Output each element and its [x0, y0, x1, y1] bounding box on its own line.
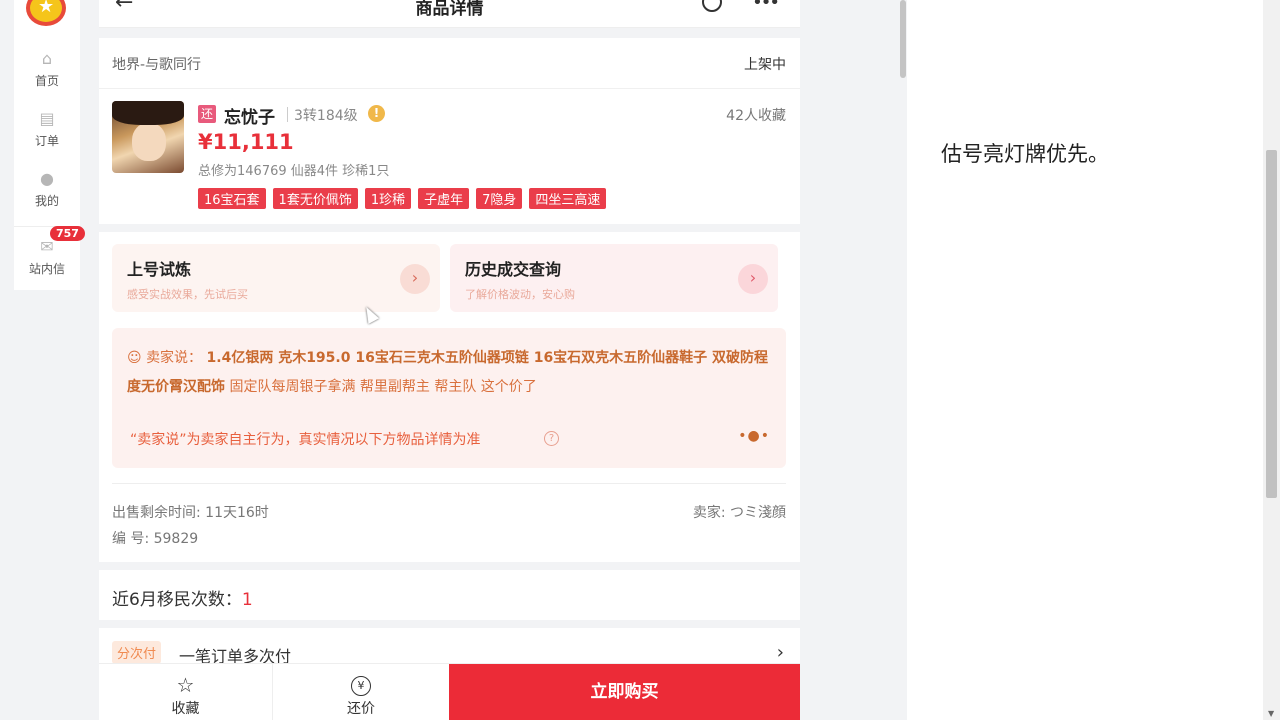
seller-says-disclaimer: “卖家说”为卖家自主行为，真实情况以下方物品详情为准	[130, 432, 481, 448]
user-icon: ●	[40, 169, 54, 188]
promo-subtitle: 感受实战效果，先试后买	[127, 288, 248, 301]
chevron-right-icon: ›	[400, 264, 430, 294]
mail-icon: ✉	[40, 237, 54, 256]
nav-item-messages[interactable]: ✉ 757 站内信	[14, 226, 85, 277]
feature-tag: 1套无价佩饰	[272, 188, 358, 209]
item-number: 编 号: 59829	[112, 531, 199, 547]
nav-item-me[interactable]: ● 我的	[14, 170, 80, 209]
promo-title: 上号试炼	[127, 260, 192, 279]
promo-subtitle: 了解价格波动，安心购	[465, 288, 575, 301]
feature-tag: 7隐身	[476, 188, 523, 209]
yuan-coin-icon: ¥	[351, 676, 371, 696]
nav-rail: ⌂ 首页 ▤ 订单 ● 我的 ✉ 757 站内信	[14, 0, 85, 290]
bargain-label: 还价	[347, 701, 375, 717]
migration-count-row: 近6月移民次数：1	[99, 570, 800, 620]
unread-badge: 757	[50, 226, 85, 241]
star-icon: ☆	[176, 673, 195, 697]
home-icon: ⌂	[41, 49, 53, 68]
bottom-action-bar: ☆ 收藏 ¥ 还价 立即购买	[99, 663, 800, 720]
character-name: 忘忧子	[224, 108, 275, 128]
page-title: 商品详情	[415, 0, 484, 19]
feature-tag: 16宝石套	[198, 188, 266, 209]
listing-status: 上架中	[744, 57, 786, 73]
order-icon: ▤	[39, 109, 55, 128]
seller-says-box: ☺ 卖家说： 1.4亿银两 克木195.0 16宝石三克木五阶仙器项链 16宝石…	[112, 328, 786, 468]
character-level: 3转184级	[294, 108, 358, 124]
right-scrollbar[interactable]: ▼	[1263, 0, 1280, 720]
migration-count: 1	[241, 590, 253, 610]
app-logo-icon[interactable]	[26, 0, 66, 26]
favorite-button[interactable]: ☆ 收藏	[99, 664, 273, 720]
feature-tag: 四坐三高速	[529, 188, 607, 209]
remaining-time: 出售剩余时间: 11天16时	[112, 505, 269, 521]
nav-label: 我的	[34, 194, 59, 208]
nav-item-home[interactable]: ⌂ 首页	[14, 50, 80, 89]
divider	[112, 483, 786, 484]
bargain-button[interactable]: ¥ 还价	[273, 664, 449, 720]
favorite-label: 收藏	[171, 701, 200, 717]
item-description: 估号亮灯牌优先。	[941, 142, 1109, 166]
nav-label: 订单	[34, 134, 59, 148]
migration-label-text: 近6月移民次数：	[112, 590, 242, 610]
product-detail-page: ← 商品详情 ••• 地界-与歌同行 上架中 还 忘忧子 3转184级 ! 42…	[99, 0, 800, 720]
seller-name: 卖家: つミ淺顔	[692, 505, 786, 521]
description-panel: 估号亮灯牌优先。	[907, 0, 1263, 720]
top-bar: ← 商品详情 •••	[99, 0, 800, 28]
server-name: 地界-与歌同行	[112, 57, 202, 73]
nav-item-orders[interactable]: ▤ 订单	[14, 110, 80, 149]
scrollbar-thumb[interactable]	[1266, 150, 1277, 498]
divider	[287, 107, 288, 122]
seller-says-body: 固定队每周银子拿满 帮里副帮主 帮主队 这个价了	[229, 379, 537, 395]
scrollbar-thumb[interactable]	[900, 0, 906, 78]
expand-dots-icon[interactable]: •●•	[738, 428, 770, 444]
favorite-count: 42人收藏	[726, 108, 786, 124]
trial-login-card[interactable]: 上号试炼 感受实战效果，先试后买 ›	[112, 244, 440, 312]
info-warning-icon[interactable]: !	[368, 105, 385, 122]
product-stats: 总修为146769 仙器4件 珍稀1只	[198, 164, 390, 179]
promo-title: 历史成交查询	[465, 260, 562, 279]
product-summary-card: 地界-与歌同行 上架中 还 忘忧子 3转184级 ! 42人收藏 ¥11,111…	[99, 38, 800, 224]
feature-tag: 1珍稀	[364, 188, 412, 209]
help-question-icon[interactable]: ?	[544, 431, 559, 446]
price-history-card[interactable]: 历史成交查询 了解价格波动，安心购 ›	[450, 244, 778, 312]
chevron-right-icon: ›	[776, 642, 784, 663]
seller-says-text: ☺ 卖家说： 1.4亿银两 克木195.0 16宝石三克木五阶仙器项链 16宝石…	[127, 344, 777, 402]
migration-label: 近6月移民次数：1	[112, 585, 253, 610]
more-icon[interactable]: •••	[752, 0, 780, 13]
chevron-right-icon: ›	[738, 264, 768, 294]
return-tag: 还	[198, 105, 216, 123]
buy-now-button[interactable]: 立即购买	[449, 664, 800, 720]
product-price: ¥11,111	[198, 130, 294, 154]
feature-tag: 子虚年	[418, 188, 470, 209]
nav-label: 首页	[34, 74, 59, 88]
chat-icon: ☺	[127, 350, 142, 366]
feature-tags: 16宝石套 1套无价佩饰 1珍稀 子虚年 7隐身 四坐三高速	[198, 188, 607, 209]
divider	[99, 88, 800, 89]
seller-says-label: 卖家说：	[146, 350, 203, 366]
nav-label: 站内信	[28, 262, 65, 276]
character-avatar[interactable]	[112, 101, 184, 173]
installment-chip: 分次付	[112, 641, 162, 664]
scroll-down-icon[interactable]: ▼	[1268, 709, 1274, 718]
left-scrollbar[interactable]	[899, 0, 907, 720]
product-info-card: 上号试炼 感受实战效果，先试后买 › 历史成交查询 了解价格波动，安心购 › ☺…	[99, 232, 800, 562]
